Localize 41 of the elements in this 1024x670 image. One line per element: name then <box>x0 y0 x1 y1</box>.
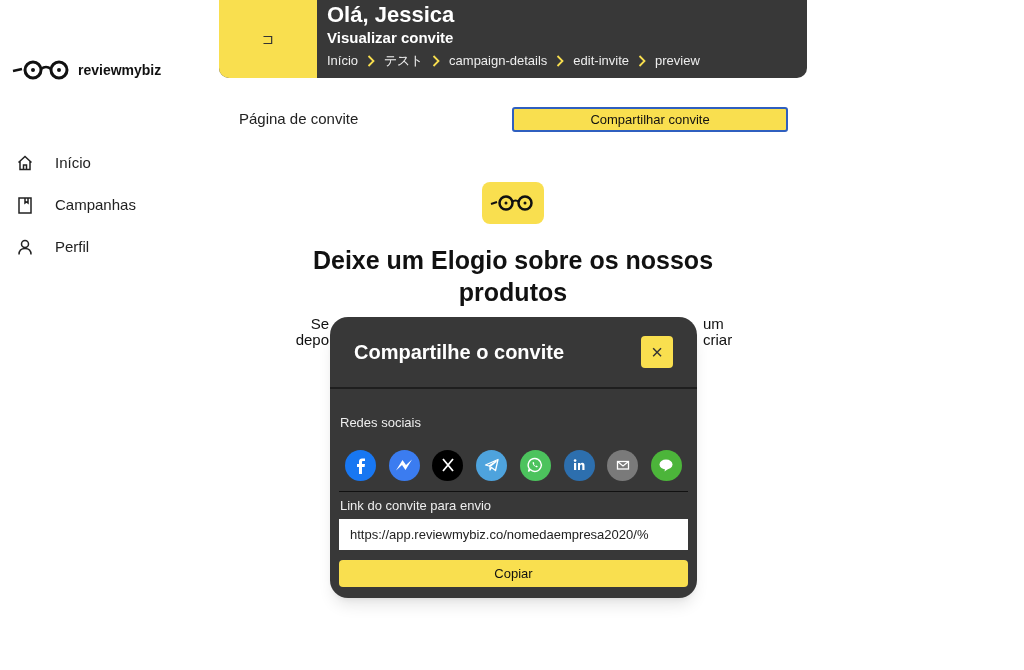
page-subtitle: Visualizar convite <box>327 29 455 47</box>
glasses-icon <box>490 194 536 212</box>
close-button[interactable]: × <box>641 336 673 368</box>
x-share-button[interactable] <box>432 449 464 481</box>
telegram-share-button[interactable] <box>476 449 508 481</box>
nav-item[interactable]: Perfil <box>55 235 90 259</box>
breadcrumb-link[interactable]: campaign-details <box>449 51 548 71</box>
text-fragment: um <box>703 316 724 332</box>
copy-button[interactable]: Copiar <box>339 560 688 587</box>
greeting: Olá, Jessica <box>327 1 456 29</box>
field-label: Link do convite para envio <box>340 496 493 515</box>
invite-link-field[interactable]: https://app.reviewmybiz.co/nomedaempresa2020/% <box>339 519 688 550</box>
modal-title: Compartilhe o convite <box>354 340 565 365</box>
chevron-right-icon <box>638 54 646 67</box>
nav-item[interactable]: Início <box>55 151 91 175</box>
breadcrumb-link[interactable]: edit-invite <box>573 51 629 71</box>
back-button[interactable]: ⊐ <box>219 0 317 78</box>
chevron-right-icon <box>367 54 376 67</box>
linkedin-share-button[interactable] <box>563 449 595 481</box>
breadcrumb-link[interactable]: Início <box>327 51 359 71</box>
home-icon <box>16 155 33 171</box>
text-fragment: depo <box>295 332 329 348</box>
breadcrumb-link[interactable]: テスト <box>384 51 424 71</box>
section-label: Redes sociais <box>340 414 422 432</box>
whatsapp-share-button[interactable] <box>519 449 551 481</box>
chevron-right-icon <box>432 54 441 67</box>
text-fragment: Se <box>310 316 329 332</box>
user-icon <box>17 239 32 255</box>
messenger-share-button[interactable] <box>388 449 420 481</box>
logo-text: reviewmybiz <box>78 60 162 80</box>
chevron-right-icon <box>556 54 565 67</box>
text-fragment: criar <box>703 332 733 348</box>
share-invite-button[interactable]: Compartilhar convite <box>512 107 788 132</box>
nav-item[interactable]: Campanhas <box>55 193 136 217</box>
invite-heading: Deixe um Elogio sobre os nossos produtos <box>311 245 715 308</box>
facebook-share-button[interactable] <box>345 449 376 481</box>
line-share-button[interactable] <box>650 449 682 481</box>
breadcrumb-link[interactable]: preview <box>655 51 700 71</box>
email-share-button[interactable] <box>607 449 639 481</box>
page-title: Página de convite <box>239 109 359 130</box>
bookmark-book-icon <box>17 196 32 214</box>
